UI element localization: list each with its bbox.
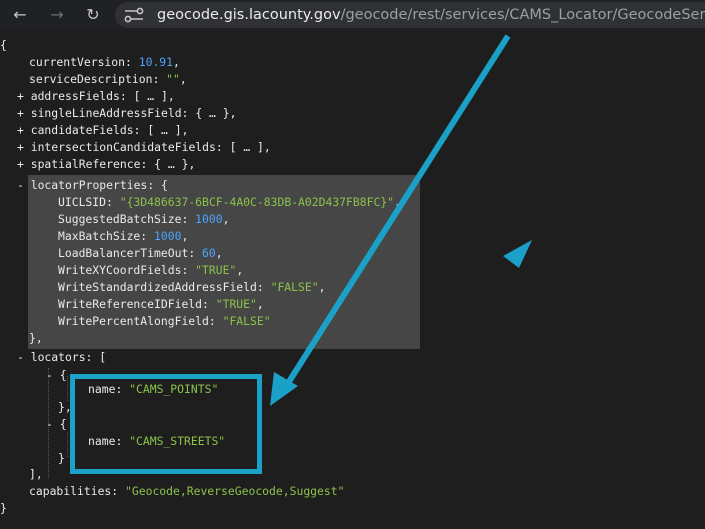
annotation-arrow-shaft	[282, 34, 511, 390]
annotation-overlay	[270, 34, 532, 406]
pointer-triangle-icon	[503, 240, 532, 268]
